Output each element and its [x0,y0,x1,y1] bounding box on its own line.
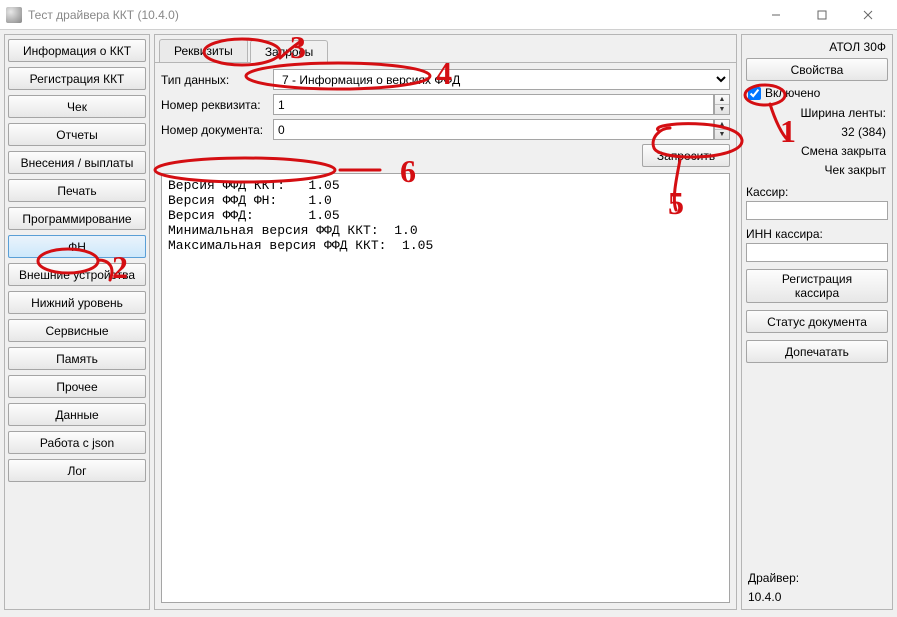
tab-1[interactable]: Запросы [250,40,328,63]
sidebar-item-11[interactable]: Память [8,347,146,370]
sidebar-item-12[interactable]: Прочее [8,375,146,398]
sidebar-item-0[interactable]: Информация о ККТ [8,39,146,62]
window-title: Тест драйвера ККТ (10.4.0) [28,8,753,22]
register-cashier-button[interactable]: Регистрация кассира [746,269,888,303]
cashier-inn-label: ИНН кассира: [746,227,888,241]
sidebar-item-9[interactable]: Нижний уровень [8,291,146,314]
sidebar-item-10[interactable]: Сервисные [8,319,146,342]
maximize-button[interactable] [799,0,845,30]
close-button[interactable] [845,0,891,30]
doc-status-button[interactable]: Статус документа [746,310,888,333]
cashier-label: Кассир: [746,185,888,199]
sidebar-item-8[interactable]: Внешние устройства [8,263,146,286]
tab-0[interactable]: Реквизиты [159,39,248,62]
sidebar-item-3[interactable]: Отчеты [8,123,146,146]
sidebar-item-4[interactable]: Внесения / выплаты [8,151,146,174]
cashier-inn-input[interactable] [746,243,888,262]
title-bar: Тест драйвера ККТ (10.4.0) [0,0,897,30]
cashier-input[interactable] [746,201,888,220]
reqnum-spin-up[interactable]: ▲ [715,95,729,105]
output-text[interactable]: Версия ФФД ККТ: 1.05 Версия ФФД ФН: 1.0 … [161,173,730,603]
sidebar-item-14[interactable]: Работа с json [8,431,146,454]
query-form: Тип данных: 7 - Информация о версиях ФФД… [155,63,736,142]
right-panel: АТОЛ 30Ф Свойства Включено Ширина ленты:… [741,34,893,610]
sidebar-item-13[interactable]: Данные [8,403,146,426]
tape-width-label: Ширина ленты: [746,105,888,121]
enabled-label[interactable]: Включено [765,86,820,100]
sidebar-item-2[interactable]: Чек [8,95,146,118]
docnum-spin-down[interactable]: ▼ [715,130,729,139]
docnum-input[interactable] [273,119,714,140]
sidebar: Информация о ККТ Регистрация ККТ Чек Отчеты… [4,34,150,610]
docnum-label: Номер документа: [161,123,269,137]
sidebar-item-7[interactable]: ФН [8,235,146,258]
driver-label: Драйвер: [746,570,888,586]
sidebar-item-6[interactable]: Программирование [8,207,146,230]
sidebar-item-1[interactable]: Регистрация ККТ [8,67,146,90]
properties-button[interactable]: Свойства [746,58,888,81]
device-name: АТОЛ 30Ф [746,39,888,55]
minimize-button[interactable] [753,0,799,30]
reqnum-label: Номер реквизита: [161,98,269,112]
tab-bar: РеквизитыЗапросы [155,35,736,63]
type-select[interactable]: 7 - Информация о версиях ФФД [273,69,730,90]
check-status: Чек закрыт [746,162,888,178]
driver-version: 10.4.0 [746,589,888,605]
app-icon [6,7,22,23]
request-button[interactable]: Запросить [642,144,730,167]
reqnum-spin-down[interactable]: ▼ [715,105,729,114]
tape-width-value: 32 (384) [746,124,888,140]
type-label: Тип данных: [161,73,269,87]
sidebar-item-5[interactable]: Печать [8,179,146,202]
shift-status: Смена закрыта [746,143,888,159]
main-panel: РеквизитыЗапросы Тип данных: 7 - Информа… [154,34,737,610]
reprint-button[interactable]: Допечатать [746,340,888,363]
reqnum-input[interactable] [273,94,714,115]
enabled-checkbox[interactable] [748,87,761,100]
sidebar-item-15[interactable]: Лог [8,459,146,482]
docnum-spin-up[interactable]: ▲ [715,120,729,130]
